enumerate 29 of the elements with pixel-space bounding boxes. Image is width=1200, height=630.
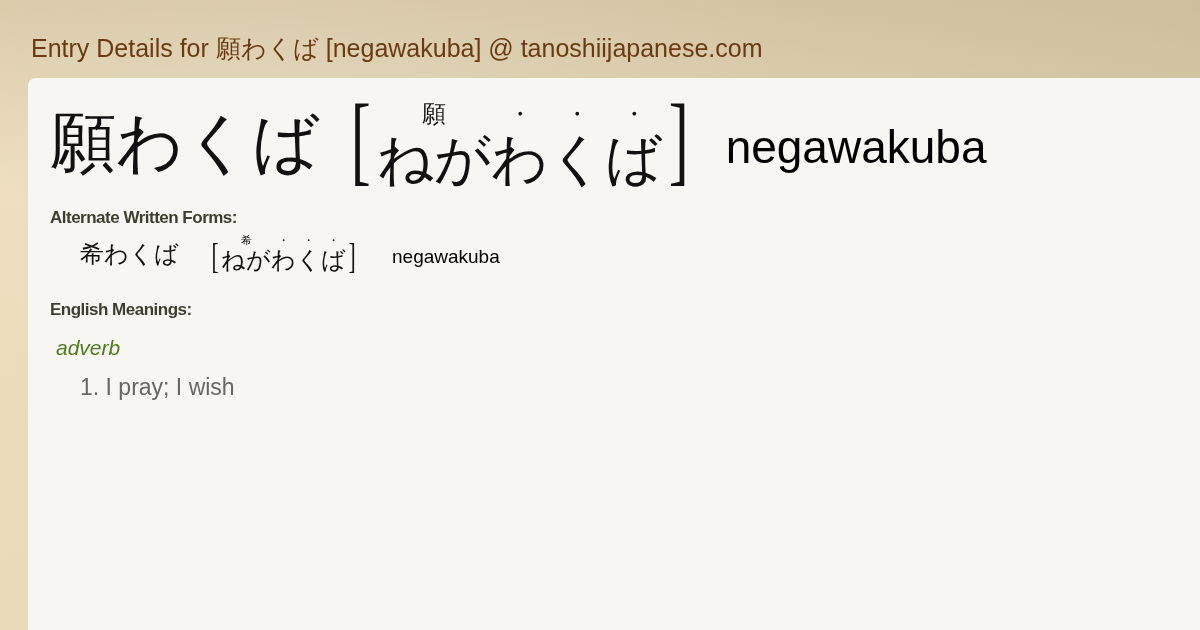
furigana: ・ <box>278 234 289 248</box>
furigana: ・ <box>621 99 646 129</box>
reading-kana: く <box>548 128 606 190</box>
reading-kana: ねが <box>377 128 492 190</box>
section-heading: English Meanings: <box>50 299 192 320</box>
furigana: ・ <box>303 234 314 248</box>
alternate-form: 希わくば <box>80 241 179 268</box>
bracket: [ <box>211 237 219 274</box>
bracket: [ <box>350 90 371 190</box>
furigana: ・ <box>564 99 589 129</box>
romaji: negawakuba <box>725 120 987 174</box>
meaning: 1. I pray; I wish <box>80 373 235 401</box>
reading-kana: ば <box>605 128 663 190</box>
romaji: negawakuba <box>392 245 500 268</box>
part-of-speech: adverb <box>56 335 121 360</box>
furigana: 希 <box>240 234 252 248</box>
bracket: ] <box>668 90 689 190</box>
reading-kana: ねが <box>221 247 271 274</box>
furigana: ・ <box>507 99 532 129</box>
reading-kana: く <box>296 247 321 274</box>
page-title: Entry Details for 願わくば [negawakuba] @ tanoshiijapanese.com <box>31 33 763 64</box>
furigana: ・ <box>328 234 339 248</box>
reading-kana: ば <box>321 247 346 274</box>
section-heading: Alternate Written Forms: <box>50 208 237 228</box>
bracket: ] <box>348 237 356 274</box>
furigana: 願 <box>422 99 447 129</box>
reading-kana: わ <box>271 247 296 274</box>
reading-kana: わ <box>491 128 549 190</box>
headword: 願わくば <box>50 107 320 180</box>
